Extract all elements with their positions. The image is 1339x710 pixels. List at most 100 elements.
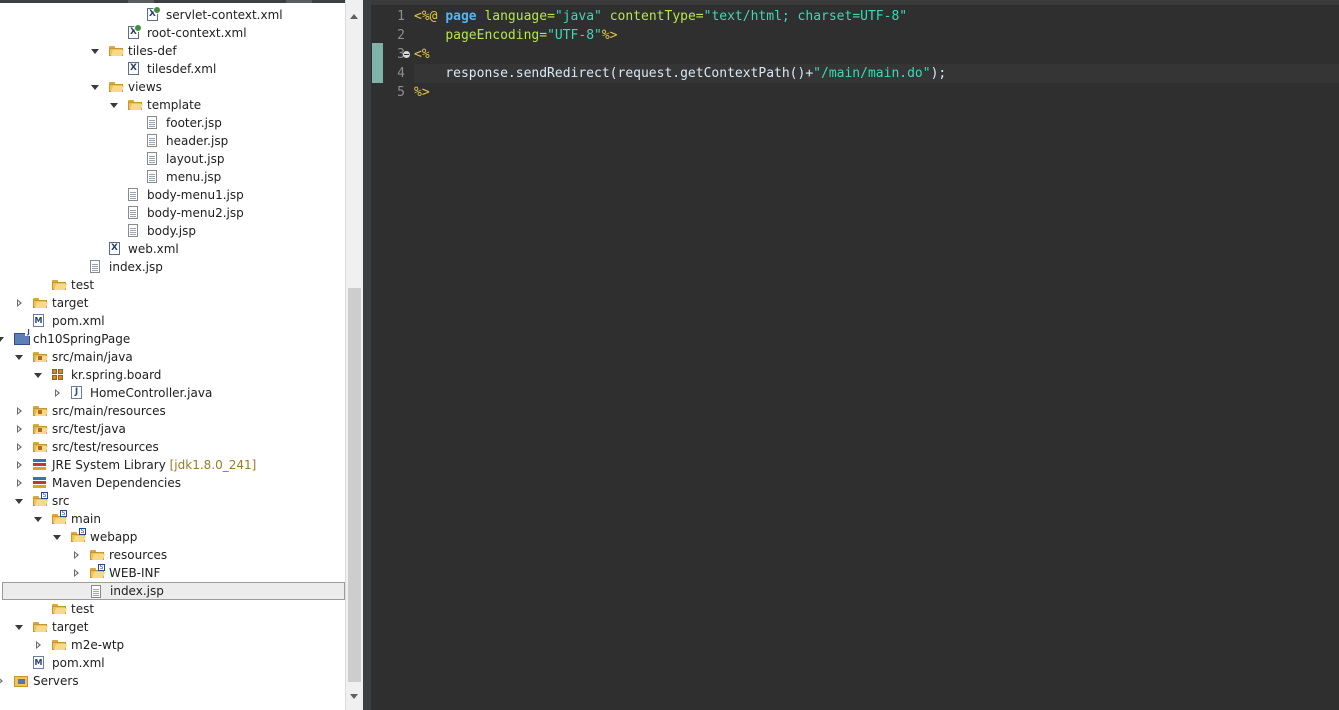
scroll-down-arrow-icon[interactable] bbox=[346, 688, 363, 705]
collapsed-arrow-icon[interactable] bbox=[14, 474, 24, 492]
code-token-str: "text/html; charset=UTF-8" bbox=[703, 9, 908, 24]
folder-icon bbox=[33, 298, 49, 308]
tree-item-target[interactable]: target bbox=[0, 294, 345, 312]
tree-item-root-context-xml[interactable]: Xroot-context.xml bbox=[0, 24, 345, 42]
expanded-arrow-icon[interactable] bbox=[14, 618, 24, 636]
tree-item-index-jsp[interactable]: index.jsp bbox=[0, 258, 345, 276]
tree-item-target[interactable]: target bbox=[0, 618, 345, 636]
tree-item-label: index.jsp bbox=[110, 584, 164, 598]
jsp-file-icon bbox=[128, 224, 138, 237]
scrollbar-thumb[interactable] bbox=[348, 288, 361, 682]
tree-item-kr-spring-board[interactable]: kr.spring.board bbox=[0, 366, 345, 384]
tree-item-label: pom.xml bbox=[52, 314, 105, 328]
tree-item-tilesdef-xml[interactable]: Xtilesdef.xml bbox=[0, 60, 345, 78]
tree-item-ch10springpage[interactable]: ch10SpringPage bbox=[0, 329, 345, 348]
collapsed-arrow-icon[interactable] bbox=[14, 420, 24, 438]
tree-item-maven-dependencies[interactable]: Maven Dependencies bbox=[0, 474, 345, 492]
tree-item-label: WEB-INF bbox=[109, 566, 161, 580]
code-token-attr: language= bbox=[484, 9, 555, 24]
folder-icon bbox=[109, 82, 125, 92]
code-token-kw: page bbox=[445, 9, 477, 24]
tree-item-label: tiles-def bbox=[128, 44, 177, 58]
code-token-plain: response.sendRedirect(request.getContext… bbox=[414, 66, 814, 81]
code-line[interactable]: pageEncoding="UTF-8"%> bbox=[414, 26, 1339, 45]
tree-item-index-jsp[interactable]: index.jsp bbox=[2, 582, 345, 600]
tree-item-body-menu1-jsp[interactable]: body-menu1.jsp bbox=[0, 186, 345, 204]
expanded-arrow-icon[interactable] bbox=[90, 78, 100, 96]
tree-item-servers[interactable]: Servers bbox=[0, 672, 345, 690]
tree-item-resources[interactable]: resources bbox=[0, 546, 345, 564]
xml-file-icon: X bbox=[109, 242, 120, 255]
tree-item-views[interactable]: views bbox=[0, 78, 345, 96]
code-line[interactable]: %> bbox=[414, 83, 1339, 102]
expanded-arrow-icon[interactable] bbox=[90, 42, 100, 60]
expanded-arrow-icon[interactable] bbox=[33, 510, 43, 528]
code-line[interactable]: response.sendRedirect(request.getContext… bbox=[414, 64, 1339, 83]
tree-item-body-menu2-jsp[interactable]: body-menu2.jsp bbox=[0, 204, 345, 222]
collapsed-arrow-icon[interactable] bbox=[14, 402, 24, 420]
collapsed-arrow-icon[interactable] bbox=[14, 438, 24, 456]
tree-item-web-inf[interactable]: S WEB-INF bbox=[0, 564, 345, 582]
collapsed-arrow-icon[interactable] bbox=[0, 672, 5, 690]
folder-icon: S bbox=[71, 528, 87, 542]
collapsed-arrow-icon[interactable] bbox=[71, 546, 81, 564]
collapsed-arrow-icon[interactable] bbox=[14, 294, 24, 312]
folder-icon bbox=[128, 100, 144, 110]
tree-item-label: test bbox=[71, 602, 95, 616]
tree-item-pom-xml[interactable]: Mpom.xml bbox=[0, 654, 345, 672]
tree-item-main[interactable]: Smain bbox=[0, 510, 345, 528]
explorer-vertical-scrollbar[interactable] bbox=[345, 0, 363, 710]
line-number: 5 bbox=[397, 85, 405, 100]
tree-item-homecontroller-java[interactable]: J HomeController.java bbox=[0, 384, 345, 402]
tree-item-label: body-menu1.jsp bbox=[147, 188, 244, 202]
tree-item-template[interactable]: template bbox=[0, 96, 345, 114]
tree-item-webapp[interactable]: Swebapp bbox=[0, 528, 345, 546]
tree-item-src-test-java[interactable]: src/test/java bbox=[0, 420, 345, 438]
code-editor[interactable]: 1 <%@ page language="java" contentType="t… bbox=[371, 0, 1339, 710]
tree-item-test[interactable]: test bbox=[0, 600, 345, 618]
tree-item-pom-xml[interactable]: Mpom.xml bbox=[0, 312, 345, 330]
scroll-up-arrow-icon[interactable] bbox=[346, 8, 363, 25]
tree-item-label: src/main/resources bbox=[52, 404, 166, 418]
tree-item-label: src/test/java bbox=[52, 422, 126, 436]
tree-item-test[interactable]: test bbox=[0, 276, 345, 294]
collapsed-arrow-icon[interactable] bbox=[14, 456, 24, 474]
jsp-file-icon bbox=[90, 260, 100, 273]
tree-item-layout-jsp[interactable]: layout.jsp bbox=[0, 150, 345, 168]
tree-item-src[interactable]: Ssrc bbox=[0, 492, 345, 510]
tree-item-src-main-resources[interactable]: src/main/resources bbox=[0, 402, 345, 420]
tree-item-label: HomeController.java bbox=[90, 386, 213, 400]
tree-item-jre-system-library[interactable]: JRE System Library [jdk1.8.0_241] bbox=[0, 456, 345, 474]
tree-item-label: src/main/java bbox=[52, 350, 133, 364]
tree-item-tiles-def[interactable]: tiles-def bbox=[0, 42, 345, 60]
folder-icon: S bbox=[33, 492, 49, 506]
tree-item-header-jsp[interactable]: header.jsp bbox=[0, 132, 345, 150]
code-token-delim: <% bbox=[414, 47, 430, 62]
expanded-arrow-icon[interactable] bbox=[14, 348, 24, 366]
code-line[interactable]: <% bbox=[414, 45, 1339, 64]
collapsed-arrow-icon[interactable] bbox=[33, 636, 43, 654]
expanded-arrow-icon[interactable] bbox=[0, 330, 5, 348]
collapsed-arrow-icon[interactable] bbox=[71, 564, 81, 582]
tree-item-web-xml[interactable]: Xweb.xml bbox=[0, 240, 345, 258]
java-file-icon: J bbox=[71, 386, 82, 399]
tree-item-menu-jsp[interactable]: menu.jsp bbox=[0, 168, 345, 186]
tree-item-body-jsp[interactable]: body.jsp bbox=[0, 222, 345, 240]
tree-item-m2e-wtp[interactable]: m2e-wtp bbox=[0, 636, 345, 654]
code-line[interactable]: <%@ page language="java" contentType="te… bbox=[414, 7, 1339, 26]
collapsed-arrow-icon[interactable] bbox=[52, 384, 62, 402]
tree-item-label: Maven Dependencies bbox=[52, 476, 182, 490]
tree-item-footer-jsp[interactable]: footer.jsp bbox=[0, 114, 345, 132]
code-token-plain: ); bbox=[930, 66, 947, 81]
panel-sash[interactable] bbox=[363, 0, 371, 710]
expanded-arrow-icon[interactable] bbox=[14, 492, 24, 510]
spring-xml-file-icon: X bbox=[147, 6, 161, 21]
tree-item-src-test-resources[interactable]: src/test/resources bbox=[0, 438, 345, 456]
expanded-arrow-icon[interactable] bbox=[52, 528, 62, 546]
expanded-arrow-icon[interactable] bbox=[33, 366, 43, 384]
tree-item-src-main-java[interactable]: src/main/java bbox=[0, 348, 345, 366]
tree-item-label: layout.jsp bbox=[166, 152, 225, 166]
fold-collapse-icon[interactable] bbox=[403, 51, 410, 58]
expanded-arrow-icon[interactable] bbox=[109, 96, 119, 114]
tree-item-servlet-context-xml[interactable]: Xservlet-context.xml bbox=[0, 6, 345, 24]
